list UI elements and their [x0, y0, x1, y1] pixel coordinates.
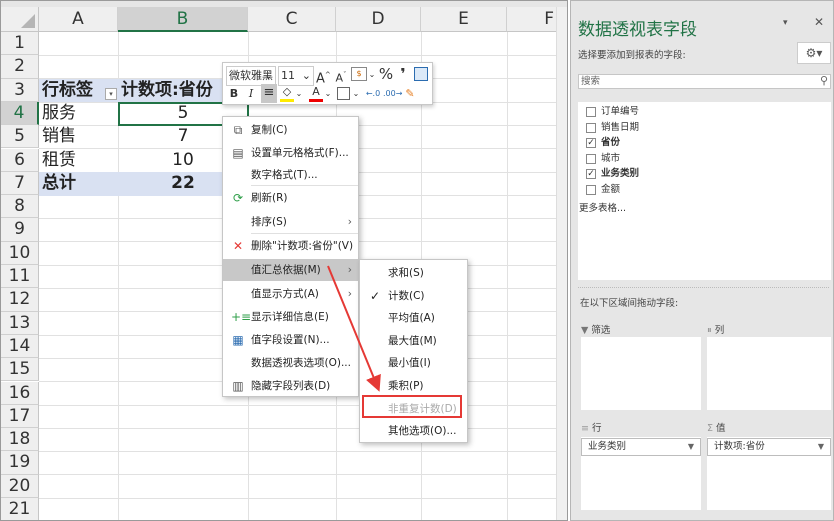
- highlight-box: [362, 395, 462, 418]
- field-label[interactable]: 城市: [601, 153, 620, 165]
- chevron-down-icon[interactable]: ▼: [688, 439, 694, 455]
- rows-area-label: ≡ 行: [581, 423, 602, 434]
- sigma-icon: Σ: [707, 423, 714, 434]
- choose-fields-label: 选择要添加到报表的字段:: [578, 50, 686, 61]
- field-list: 订单编号销售日期 ✓ 省份城市 ✓ 业务类别金额更多表格...: [578, 102, 831, 280]
- more-tables-link[interactable]: 更多表格...: [579, 203, 626, 215]
- values-field-label: 计数项:省份: [714, 441, 765, 452]
- filter-area[interactable]: [581, 337, 701, 410]
- field-checkbox[interactable]: [586, 184, 596, 195]
- pane-options-icon[interactable]: ▾: [783, 18, 788, 28]
- arrow-line: [327, 265, 381, 392]
- field-label[interactable]: 业务类别: [601, 168, 639, 180]
- field-label[interactable]: 金额: [601, 184, 620, 196]
- field-label[interactable]: 销售日期: [601, 122, 639, 134]
- field-checkbox[interactable]: ✓: [586, 138, 596, 148]
- field-checkbox[interactable]: [586, 107, 596, 117]
- rows-field-chip[interactable]: 业务类别 ▼: [581, 438, 701, 456]
- search-icon: ⚲: [819, 74, 828, 87]
- pivot-field-pane: 数据透视表字段 ▾ ✕ 选择要添加到报表的字段: ⚙▾ 搜索 ⚲ 订单编号销售日期…: [570, 0, 834, 521]
- values-area-label: Σ 值: [707, 423, 726, 434]
- gear-icon[interactable]: ⚙▾: [797, 42, 831, 64]
- rows-field-label: 业务类别: [588, 441, 627, 452]
- pane-title: 数据透视表字段: [578, 20, 697, 40]
- columns-area-label: ⏸ 列: [707, 325, 725, 336]
- columns-area[interactable]: [707, 337, 831, 410]
- field-label[interactable]: 省份: [601, 137, 620, 149]
- search-placeholder: 搜索: [581, 76, 601, 87]
- drag-fields-label: 在以下区域间拖动字段:: [580, 298, 679, 309]
- values-field-chip[interactable]: 计数项:省份 ▼: [707, 438, 831, 456]
- field-checkbox[interactable]: ✓: [586, 169, 596, 179]
- field-checkbox[interactable]: [586, 153, 596, 164]
- columns-icon: ⏸: [707, 325, 712, 336]
- field-label[interactable]: 订单编号: [601, 106, 639, 118]
- filter-area-label: ▼ 筛选: [581, 325, 611, 336]
- rows-icon: ≡: [581, 423, 589, 434]
- close-icon[interactable]: ✕: [814, 15, 824, 29]
- chevron-down-icon[interactable]: ▼: [818, 439, 824, 455]
- search-input[interactable]: 搜索 ⚲: [578, 74, 831, 89]
- filter-icon: ▼: [581, 325, 589, 336]
- field-checkbox[interactable]: [586, 122, 596, 133]
